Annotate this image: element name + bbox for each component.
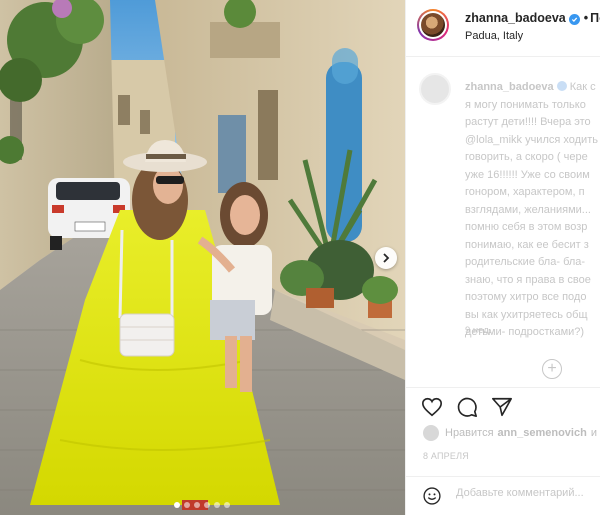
chevron-right-icon — [383, 253, 390, 263]
plus-circle-icon[interactable]: + — [542, 359, 562, 379]
verified-badge-icon — [556, 81, 567, 91]
comment-icon[interactable] — [456, 396, 478, 418]
smiley-icon[interactable] — [422, 486, 442, 506]
carousel-dot — [214, 502, 220, 508]
caption-area: zhanna_badoeva Как с я могу понимать тол… — [406, 57, 600, 387]
caption-avatar[interactable] — [419, 73, 451, 105]
liker-avatar — [423, 425, 439, 441]
follow-button[interactable]: По — [590, 11, 600, 25]
caption-username[interactable]: zhanna_badoeva — [465, 81, 554, 93]
post-actions: Нравится ann_semenovich и 8 АПРЕЛЯ — [406, 387, 600, 461]
likes-summary[interactable]: Нравится ann_semenovich и — [423, 425, 597, 441]
post-photo[interactable] — [0, 0, 405, 515]
liker-username[interactable]: ann_semenovich — [498, 427, 587, 439]
comment-input[interactable] — [456, 487, 600, 499]
next-photo-button[interactable] — [375, 247, 397, 269]
carousel-dot — [184, 502, 190, 508]
heart-icon[interactable] — [421, 396, 443, 418]
comment-box — [406, 476, 600, 515]
author-username-row: zhanna_badoeva •По — [465, 11, 600, 25]
paper-plane-icon[interactable] — [491, 396, 513, 418]
post-header: zhanna_badoeva •По Padua, Italy — [406, 0, 600, 57]
caption-timestamp: 9 нед. — [465, 325, 492, 336]
follow-separator: • — [583, 11, 589, 25]
carousel-dot — [194, 502, 200, 508]
author-username[interactable]: zhanna_badoeva — [465, 11, 566, 25]
post-side-panel: zhanna_badoeva •По Padua, Italy zhanna_ba… — [405, 0, 600, 515]
verified-badge-icon — [568, 14, 580, 25]
caption-body: Как с я могу понимать только растут дети… — [465, 81, 598, 338]
post-location[interactable]: Padua, Italy — [465, 30, 523, 42]
likes-prefix: Нравится — [445, 427, 494, 439]
likes-suffix: и — [590, 427, 597, 439]
carousel-dot — [204, 502, 210, 508]
author-avatar[interactable] — [417, 9, 449, 41]
caption-text: zhanna_badoeva Как с я могу понимать тол… — [465, 79, 600, 342]
carousel-dot — [224, 502, 230, 508]
carousel-dot — [174, 502, 180, 508]
street-scene-image — [0, 0, 405, 515]
post-date: 8 АПРЕЛЯ — [423, 451, 469, 461]
carousel-indicator — [174, 502, 230, 508]
